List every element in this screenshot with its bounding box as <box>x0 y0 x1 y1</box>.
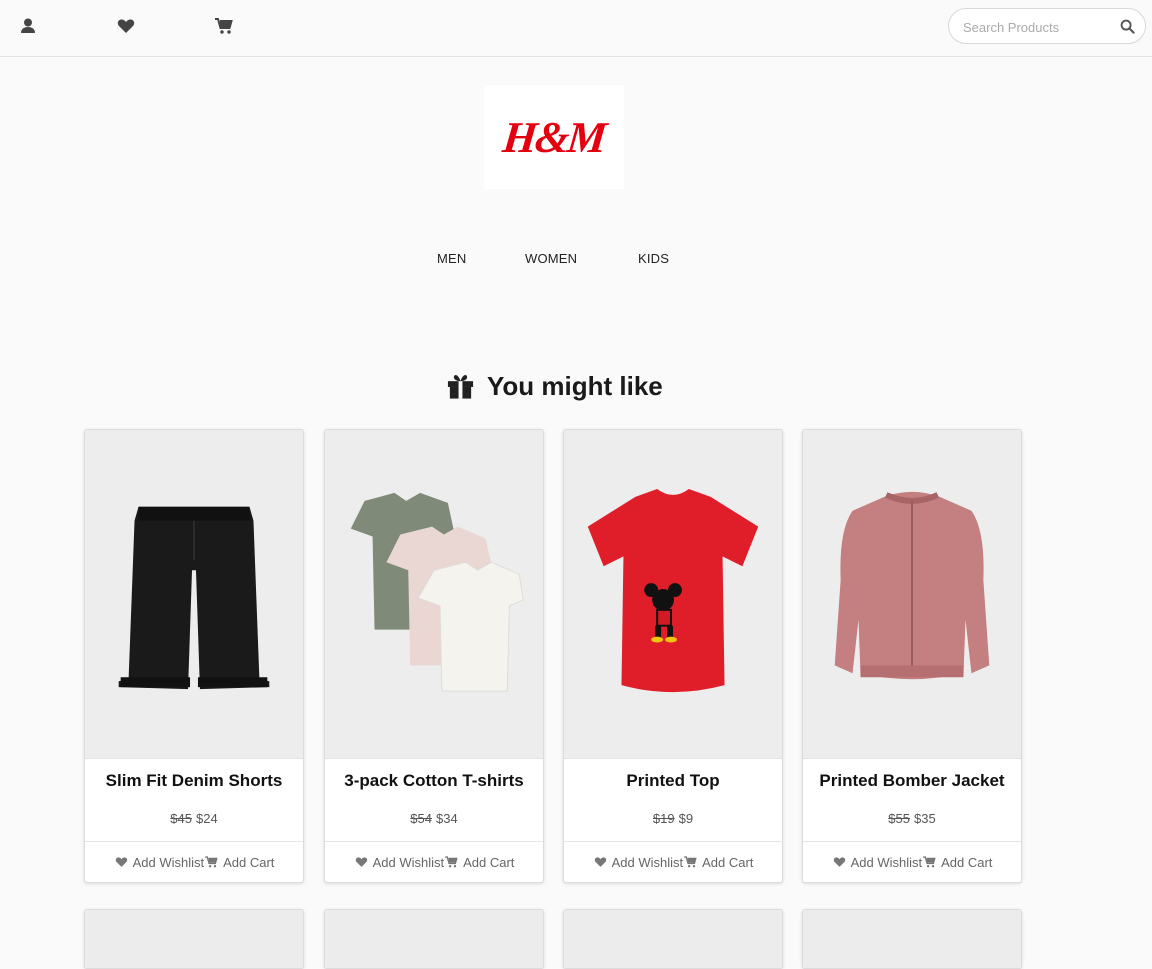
product-image[interactable] <box>564 430 782 759</box>
add-wishlist-button[interactable]: Add Wishlist <box>832 854 923 870</box>
heart-icon <box>833 857 845 867</box>
product-prices: $55 $35 <box>803 811 1021 829</box>
product-image[interactable] <box>803 910 1021 968</box>
cart-icon <box>445 856 458 868</box>
add-wishlist-button[interactable]: Add Wishlist <box>114 854 205 870</box>
cart-icon[interactable] <box>214 16 234 36</box>
sale-price: $9 <box>678 811 694 826</box>
product-image[interactable] <box>803 430 1021 759</box>
old-price: $19 <box>652 811 675 826</box>
old-price: $54 <box>410 811 432 826</box>
sale-price: $35 <box>914 811 936 826</box>
add-cart-label: Add Cart <box>941 854 993 870</box>
old-price: $55 <box>888 811 910 826</box>
product-card[interactable] <box>84 909 304 969</box>
product-actions: Add Wishlist Add Cart <box>564 841 782 882</box>
product-prices: $45 $24 <box>85 811 303 829</box>
add-wishlist-label: Add Wishlist <box>611 854 684 870</box>
heart-icon <box>594 857 606 867</box>
product-card[interactable]: Printed Top $19 $9 Add Wishlist Add Cart <box>563 429 783 883</box>
product-card[interactable] <box>563 909 783 969</box>
category-nav: MEN WOMEN KIDS <box>0 251 1152 271</box>
heart-icon <box>355 857 367 867</box>
product-actions: Add Wishlist Add Cart <box>85 841 303 882</box>
add-cart-label: Add Cart <box>463 854 515 870</box>
top-bar <box>0 0 1152 57</box>
brand-logo[interactable]: H&M <box>484 85 624 189</box>
product-name[interactable]: Printed Bomber Jacket <box>803 771 1021 795</box>
add-cart-button[interactable]: Add Cart <box>204 855 274 870</box>
product-prices: $54 $34 <box>325 811 543 829</box>
section-heading: You might like <box>446 366 663 406</box>
add-wishlist-button[interactable]: Add Wishlist <box>593 854 684 870</box>
product-name[interactable]: Printed Top <box>564 771 782 795</box>
nav-item-kids[interactable]: KIDS <box>638 251 669 266</box>
cart-icon <box>923 856 936 868</box>
add-cart-label: Add Cart <box>223 854 275 870</box>
search-box <box>948 8 1146 44</box>
cart-icon <box>684 856 697 868</box>
product-prices: $19 $9 <box>564 811 782 829</box>
product-card[interactable] <box>802 909 1022 969</box>
old-price: $45 <box>170 811 192 826</box>
cart-icon <box>205 856 218 868</box>
section-title: You might like <box>487 370 663 401</box>
sale-price: $24 <box>196 811 218 826</box>
add-wishlist-label: Add Wishlist <box>132 854 205 870</box>
add-wishlist-button[interactable]: Add Wishlist <box>354 854 445 870</box>
add-cart-button[interactable]: Add Cart <box>683 855 753 870</box>
product-actions: Add Wishlist Add Cart <box>325 841 543 882</box>
product-image[interactable] <box>325 430 543 759</box>
product-image[interactable] <box>85 910 303 968</box>
logo-text: H&M <box>500 112 608 162</box>
user-icon[interactable] <box>18 16 38 36</box>
heart-icon <box>115 857 127 867</box>
product-card[interactable]: Slim Fit Denim Shorts $45 $24 Add Wishlis… <box>84 429 304 883</box>
sale-price: $34 <box>436 811 458 826</box>
product-image[interactable] <box>85 430 303 759</box>
nav-item-women[interactable]: WOMEN <box>525 251 577 266</box>
search-icon[interactable] <box>1120 19 1135 34</box>
nav-item-men[interactable]: MEN <box>437 251 467 266</box>
gift-icon <box>446 372 475 400</box>
heart-icon[interactable] <box>116 16 136 36</box>
product-card[interactable]: Printed Bomber Jacket $55 $35 Add Wishlis… <box>802 429 1022 883</box>
add-wishlist-label: Add Wishlist <box>850 854 923 870</box>
product-image[interactable] <box>564 910 782 968</box>
add-wishlist-label: Add Wishlist <box>372 854 445 870</box>
product-actions: Add Wishlist Add Cart <box>803 841 1021 882</box>
product-image[interactable] <box>325 910 543 968</box>
product-card[interactable]: 3-pack Cotton T-shirts $54 $34 Add Wishli… <box>324 429 544 883</box>
product-name[interactable]: Slim Fit Denim Shorts <box>85 771 303 795</box>
product-card[interactable] <box>324 909 544 969</box>
add-cart-button[interactable]: Add Cart <box>444 855 514 870</box>
product-name[interactable]: 3-pack Cotton T-shirts <box>325 771 543 795</box>
add-cart-label: Add Cart <box>702 854 754 870</box>
add-cart-button[interactable]: Add Cart <box>922 855 992 870</box>
search-input[interactable] <box>961 16 1115 38</box>
